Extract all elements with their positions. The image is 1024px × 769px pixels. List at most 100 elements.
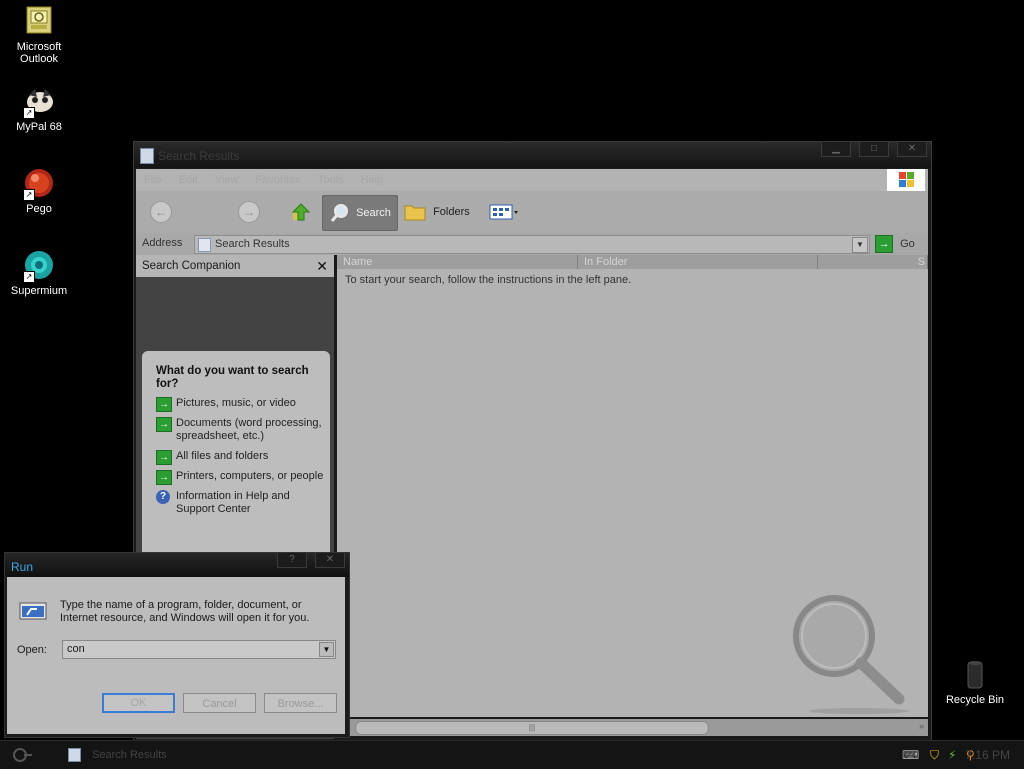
scroll-right-arrow-icon[interactable]: » bbox=[919, 721, 924, 731]
menu-favorites[interactable]: Favorites bbox=[256, 174, 301, 186]
search-hint-text: To start your search, follow the instruc… bbox=[345, 274, 632, 286]
minimize-button[interactable]: ▁ bbox=[821, 142, 851, 157]
desktop-icon-outlook[interactable]: Microsoft Outlook bbox=[1, 5, 77, 65]
desktop-icon-label: Supermium bbox=[10, 285, 68, 297]
menu-view[interactable]: View bbox=[215, 174, 239, 186]
option-all-files-folders[interactable]: → All files and folders bbox=[142, 450, 324, 465]
mypal-icon: ↗ bbox=[23, 85, 55, 119]
menu-edit[interactable]: Edit bbox=[179, 174, 198, 186]
column-size[interactable]: S bbox=[818, 255, 928, 269]
go-label: Go bbox=[900, 238, 915, 250]
open-combobox[interactable]: con ▼ bbox=[62, 640, 336, 659]
menu-help[interactable]: Help bbox=[361, 174, 384, 186]
option-label: Documents (word processing, spreadsheet,… bbox=[176, 417, 322, 442]
search-companion-title: Search Companion bbox=[142, 260, 241, 272]
desktop-icon-pego[interactable]: ↗ Pego bbox=[1, 167, 77, 215]
run-title: Run bbox=[11, 560, 34, 574]
option-help-support[interactable]: ? Information in Help and Support Center bbox=[142, 490, 324, 516]
search-results-icon bbox=[198, 238, 211, 252]
back-arrow-icon: ← bbox=[150, 201, 172, 224]
desktop-icon-label: Microsoft Outlook bbox=[16, 41, 62, 65]
run-program-icon bbox=[19, 601, 47, 621]
security-shield-icon[interactable]: ⛉ bbox=[930, 748, 939, 763]
option-documents[interactable]: → Documents (word processing, spreadshee… bbox=[142, 417, 324, 443]
system-tray: ⌨ ⛉ ⚡ ⚲ 7:16 PM bbox=[874, 743, 1024, 767]
run-titlebar[interactable]: Run ? ✕ bbox=[5, 553, 349, 577]
address-field[interactable]: Search Results ▼ bbox=[194, 235, 870, 254]
search-toolbar-button[interactable]: Search bbox=[322, 195, 398, 231]
search-question: What do you want to search for? bbox=[156, 365, 309, 390]
window-titlebar[interactable]: Search Results ▁ □ ✕ bbox=[134, 142, 931, 168]
close-button[interactable]: ✕ bbox=[897, 142, 927, 157]
column-name[interactable]: Name bbox=[337, 255, 578, 269]
taskbar: Search Results ⌨ ⛉ ⚡ ⚲ 7:16 PM bbox=[0, 740, 1024, 769]
ok-button[interactable]: OK bbox=[102, 693, 175, 713]
pego-icon: ↗ bbox=[23, 167, 55, 201]
browse-button[interactable]: Browse... bbox=[264, 693, 337, 713]
run-body: Type the name of a program, folder, docu… bbox=[7, 577, 345, 734]
views-icon bbox=[489, 204, 518, 220]
run-close-button[interactable]: ✕ bbox=[315, 553, 345, 568]
outlook-icon bbox=[23, 5, 55, 37]
menu-bar: File Edit View Favorites Tools Help bbox=[136, 169, 928, 191]
address-value: Search Results bbox=[215, 238, 290, 250]
forward-button[interactable]: → bbox=[238, 195, 260, 229]
magnifier-watermark-icon bbox=[789, 591, 909, 718]
close-pane-button[interactable]: ✕ bbox=[316, 258, 328, 275]
up-folder-button[interactable] bbox=[289, 195, 313, 229]
start-button[interactable] bbox=[8, 746, 36, 764]
supermium-icon: ↗ bbox=[23, 249, 55, 283]
folder-icon bbox=[404, 205, 426, 221]
network-icon[interactable]: ⚡ bbox=[948, 748, 956, 762]
shortcut-arrow-icon: ↗ bbox=[23, 189, 35, 201]
back-button[interactable]: ← Back bbox=[150, 195, 204, 229]
column-headers: Name In Folder S bbox=[337, 255, 928, 269]
results-list[interactable]: Name In Folder S To start your search, f… bbox=[337, 255, 928, 717]
scrollbar-thumb[interactable]: ||| bbox=[355, 721, 709, 735]
address-dropdown-button[interactable]: ▼ bbox=[852, 237, 868, 253]
option-label: Information in Help and Support Center bbox=[176, 490, 290, 515]
desktop-icon-mypal[interactable]: ↗ MyPal 68 bbox=[1, 85, 77, 133]
open-input-value[interactable]: con bbox=[67, 643, 85, 655]
menu-file[interactable]: File bbox=[144, 174, 162, 186]
desktop-icon-recycle-bin[interactable]: Recycle Bin bbox=[937, 658, 1013, 706]
option-label: All files and folders bbox=[176, 450, 269, 462]
up-folder-icon bbox=[291, 203, 311, 221]
desktop-icon-label: Recycle Bin bbox=[945, 694, 1005, 706]
horizontal-scrollbar[interactable]: ||| » bbox=[337, 719, 928, 736]
go-arrow-icon: → bbox=[875, 235, 893, 254]
taskbar-task-search-results[interactable]: Search Results bbox=[64, 745, 264, 765]
cancel-button[interactable]: Cancel bbox=[183, 693, 256, 713]
back-label: Back bbox=[179, 206, 204, 218]
option-pictures-music-video[interactable]: → Pictures, music, or video bbox=[142, 397, 324, 412]
go-button[interactable]: → Go bbox=[875, 234, 915, 254]
run-dialog: Run ? ✕ Type the name of a program, fold… bbox=[4, 552, 350, 738]
views-button[interactable] bbox=[489, 195, 519, 229]
desktop-icon-label: Pego bbox=[26, 203, 52, 215]
help-question-icon: ? bbox=[156, 490, 170, 504]
search-results-icon bbox=[140, 148, 154, 164]
clock[interactable]: 7:16 PM bbox=[965, 748, 1010, 762]
option-printers-computers-people[interactable]: → Printers, computers, or people bbox=[142, 470, 324, 485]
column-in-folder[interactable]: In Folder bbox=[578, 255, 818, 269]
desktop-icon-supermium[interactable]: ↗ Supermium bbox=[1, 249, 77, 297]
green-arrow-icon: → bbox=[156, 470, 172, 485]
help-button[interactable]: ? bbox=[277, 553, 307, 568]
keyboard-icon[interactable]: ⌨ bbox=[902, 748, 919, 762]
option-label: Pictures, music, or video bbox=[176, 397, 296, 409]
green-arrow-icon: → bbox=[156, 397, 172, 412]
window-title: Search Results bbox=[158, 149, 240, 163]
green-arrow-icon: → bbox=[156, 450, 172, 465]
search-results-icon bbox=[68, 748, 81, 763]
open-dropdown-button[interactable]: ▼ bbox=[319, 642, 334, 657]
option-label: Printers, computers, or people bbox=[176, 470, 324, 482]
address-label: Address bbox=[142, 237, 183, 249]
folders-button[interactable]: Folders bbox=[404, 195, 470, 229]
shortcut-arrow-icon: ↗ bbox=[23, 271, 35, 283]
start-orb-icon bbox=[13, 748, 32, 762]
maximize-button[interactable]: □ bbox=[859, 142, 889, 157]
menu-tools[interactable]: Tools bbox=[318, 174, 344, 186]
open-label: Open: bbox=[17, 644, 47, 656]
forward-arrow-icon: → bbox=[238, 201, 260, 224]
search-icon bbox=[330, 204, 348, 223]
